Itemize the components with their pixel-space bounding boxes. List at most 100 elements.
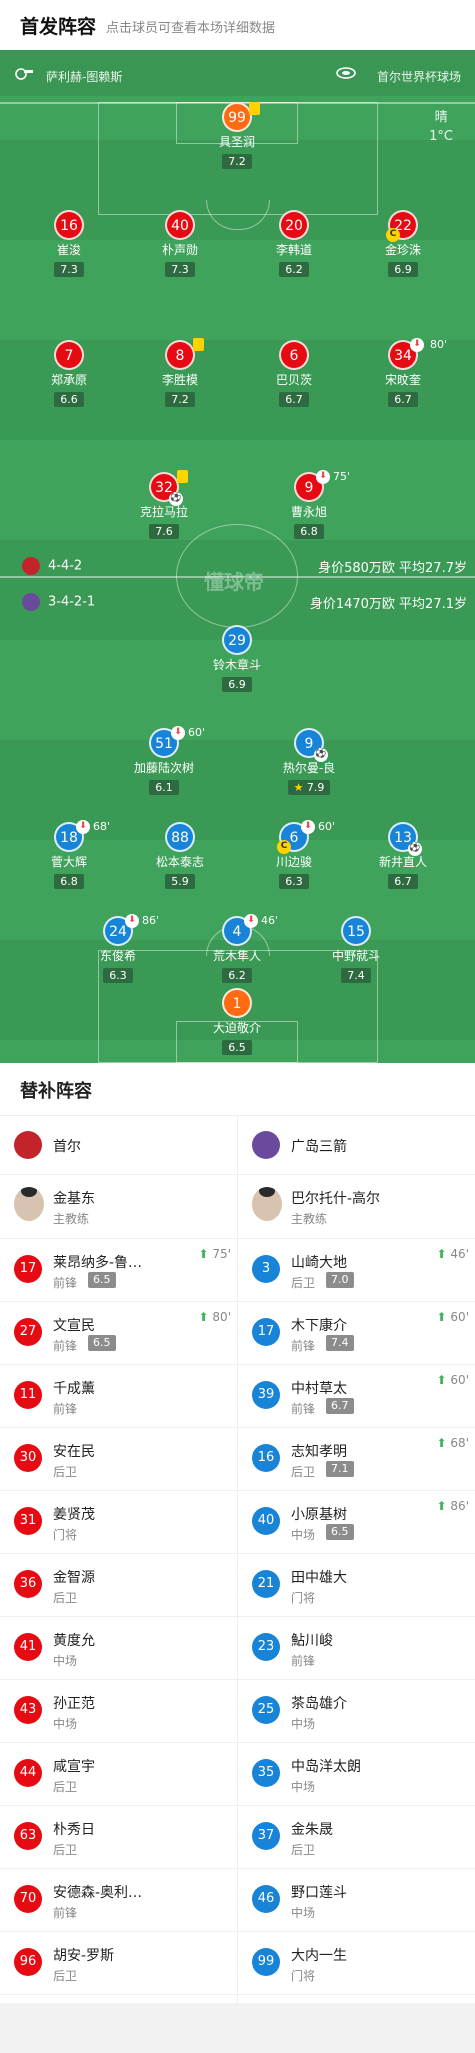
away-player[interactable]: 13 ⚽ 新井直人 6.7 [343, 822, 463, 889]
away-player-gk[interactable]: 1 大迫敬介 6.5 [177, 988, 297, 1055]
home-team-logo-icon [14, 1131, 42, 1159]
player-name: 铃木章斗 [212, 658, 261, 672]
sub-on-time: ⬆ 80' [198, 1310, 231, 1324]
sub-player-row[interactable]: 30 安在民 后卫 [0, 1428, 237, 1491]
sub-player-row[interactable]: 17 木下康介 前锋 7.4 ⬆ 60' [238, 1302, 475, 1365]
home-player-gk[interactable]: 99 具圣润 7.2 [177, 102, 297, 169]
player-number: 9 ⬇ [294, 470, 330, 502]
sub-player-row[interactable]: 11 千成薰 前锋 [0, 1365, 237, 1428]
yellow-card-icon [177, 470, 188, 483]
player-position: 中场 [291, 1906, 316, 1920]
player-name: 安在民 [53, 1444, 95, 1460]
sub-player-row[interactable]: 25 茶岛雄介 中场 [238, 1680, 475, 1743]
home-team-name: 首尔 [53, 1139, 81, 1155]
sub-player-row[interactable]: 23 鮎川峻 前锋 [238, 1617, 475, 1680]
sub-player-row[interactable]: 96 胡安-罗斯 后卫 [0, 1932, 237, 1995]
player-name: 黄度允 [53, 1633, 95, 1649]
sub-player-row[interactable]: 17 莱昂纳多-鲁… 前锋 6.5 ⬆ 75' [0, 1239, 237, 1302]
sub-player-row[interactable]: 70 安德森-奥利… 前锋 [0, 1869, 237, 1932]
away-player[interactable]: 51 ⬇ 60' 加藤陆次树 6.1 [104, 726, 224, 795]
home-player[interactable]: 34 ⬇ 80' 宋旼奎 6.7 [343, 338, 463, 407]
away-player[interactable]: 6 ⬇ C 60' 川边骏 6.3 [234, 820, 354, 889]
away-player[interactable]: 15 中野就斗 7.4 [296, 916, 416, 983]
player-name: 朴声勋 [161, 243, 198, 257]
sub-on-time: ⬆ 75' [198, 1247, 231, 1261]
sub-player-row[interactable]: 3 山崎大地 后卫 7.0 ⬆ 46' [238, 1239, 475, 1302]
player-position: 后卫 [53, 1465, 78, 1479]
sub-player-row[interactable]: 40 小原基树 中场 6.5 ⬆ 86' [238, 1491, 475, 1554]
away-coach-row[interactable]: 巴尔托什-高尔 主教练 [238, 1175, 475, 1239]
sub-player-row[interactable]: 44 咸宣宇 后卫 [0, 1743, 237, 1806]
player-name: 大迫敬介 [212, 1021, 261, 1035]
away-player[interactable]: 29 铃木章斗 6.9 [177, 625, 297, 692]
away-player[interactable]: 9⚽ 热尔曼-良 7.9 [249, 728, 369, 795]
sub-player-row[interactable]: 31 姜贤茂 门将 [0, 1491, 237, 1554]
home-player[interactable]: 16 崔浚 7.3 [9, 210, 129, 277]
sub-player-row[interactable]: 21 田中雄大 门将 [238, 1554, 475, 1617]
player-number: 20 [279, 210, 309, 240]
home-player[interactable]: 7 郑承原 6.6 [9, 340, 129, 407]
player-name: 金朱晟 [291, 1822, 333, 1838]
player-rating: 7.3 [54, 262, 84, 277]
away-player[interactable]: 4 ⬇ 46' 荒木隼人 6.2 [177, 914, 297, 983]
lineup-header: 首发阵容 点击球员可查看本场详细数据 [0, 0, 475, 50]
sub-off-icon: ⬇ [410, 338, 424, 352]
sub-player-row[interactable]: 46 野口莲斗 中场 [238, 1869, 475, 1932]
player-name: 野口莲斗 [291, 1885, 347, 1901]
sub-player-row[interactable]: 16 志知孝明 后卫 7.1 ⬆ 68' [238, 1428, 475, 1491]
player-position: 门将 [291, 1591, 316, 1605]
pitch: 萨利赫-图赖斯 首尔世界杯球场 晴 1°C 懂球帝 99 具圣润 7.2 16 … [0, 50, 475, 1063]
player-number: 23 [252, 1633, 280, 1661]
sub-player-row[interactable]: 39 中村草太 前锋 6.7 ⬆ 60' [238, 1365, 475, 1428]
away-team-row[interactable]: 广岛三箭 [238, 1115, 475, 1175]
temperature-text: 1°C [429, 129, 453, 144]
coach-name: 巴尔托什-高尔 [291, 1191, 381, 1207]
sub-time: 80' [430, 338, 448, 351]
sub-player-row[interactable]: 37 金朱晟 后卫 [238, 1806, 475, 1869]
home-player[interactable]: 8 李胜模 7.2 [120, 338, 240, 407]
away-player[interactable]: 88 松本泰志 5.9 [120, 822, 240, 889]
whistle-icon [15, 68, 33, 80]
sub-time: 60' [318, 820, 336, 833]
player-rating: 6.8 [294, 524, 324, 539]
player-number: 99 [222, 102, 260, 132]
away-player[interactable]: 18 ⬇ 68' 菅大辉 6.8 [9, 820, 129, 889]
sub-time: 68' [93, 820, 111, 833]
player-number: 8 [165, 338, 204, 370]
home-team-row[interactable]: 首尔 [0, 1115, 237, 1175]
sub-player-row[interactable]: 41 黄度允 中场 [0, 1617, 237, 1680]
player-name: 崔浚 [56, 243, 81, 257]
stadium-icon [336, 67, 356, 79]
sub-player-row[interactable]: 63 朴秀日 后卫 [0, 1806, 237, 1869]
home-player[interactable]: 6 巴贝茨 6.7 [234, 340, 354, 407]
home-player[interactable]: 22 C 金珍洙 6.9 [343, 210, 463, 277]
player-name: 具圣润 [218, 135, 255, 149]
player-rating: 6.1 [149, 780, 179, 795]
home-player[interactable]: 32 ⚽ 克拉马拉 7.6 [104, 470, 224, 539]
sub-player-row[interactable]: 35 中岛洋太朗 中场 [238, 1743, 475, 1806]
player-number: 44 [14, 1759, 42, 1787]
home-coach-row[interactable]: 金基东 主教练 [0, 1175, 237, 1239]
ball-icon: ⚽ [408, 842, 422, 856]
home-player[interactable]: 9 ⬇ 75' 曹永旭 6.8 [249, 470, 369, 539]
player-position: 后卫 [291, 1465, 316, 1479]
player-rating: 6.5 [88, 1272, 116, 1288]
away-player[interactable]: 24 ⬇ 86' 东俊希 6.3 [58, 914, 178, 983]
player-number: 21 [252, 1570, 280, 1598]
player-name: 荒木隼人 [212, 949, 261, 963]
sub-player-row[interactable]: 27 文宣民 前锋 6.5 ⬆ 80' [0, 1302, 237, 1365]
sub-time: 86' [142, 914, 160, 927]
home-subs-column: 首尔 金基东 主教练 17 莱昂纳多-鲁… 前锋 6.5 ⬆ 75' 27 文宣民 前锋 6.5… [0, 1115, 237, 1995]
player-number: 6 ⬇ C [277, 820, 315, 854]
sub-time: 60' [188, 726, 206, 739]
player-name: 中岛洋太朗 [291, 1759, 361, 1775]
sub-player-row[interactable]: 36 金智源 后卫 [0, 1554, 237, 1617]
player-rating: 5.9 [165, 874, 195, 889]
home-player[interactable]: 40 朴声勋 7.3 [120, 210, 240, 277]
coach-name: 金基东 [53, 1191, 95, 1207]
player-name: 千成薰 [53, 1381, 95, 1397]
player-rating: 7.1 [326, 1461, 354, 1477]
sub-player-row[interactable]: 99 大内一生 门将 [238, 1932, 475, 1995]
sub-player-row[interactable]: 43 孙正范 中场 [0, 1680, 237, 1743]
home-player[interactable]: 20 李韩道 6.2 [234, 210, 354, 277]
